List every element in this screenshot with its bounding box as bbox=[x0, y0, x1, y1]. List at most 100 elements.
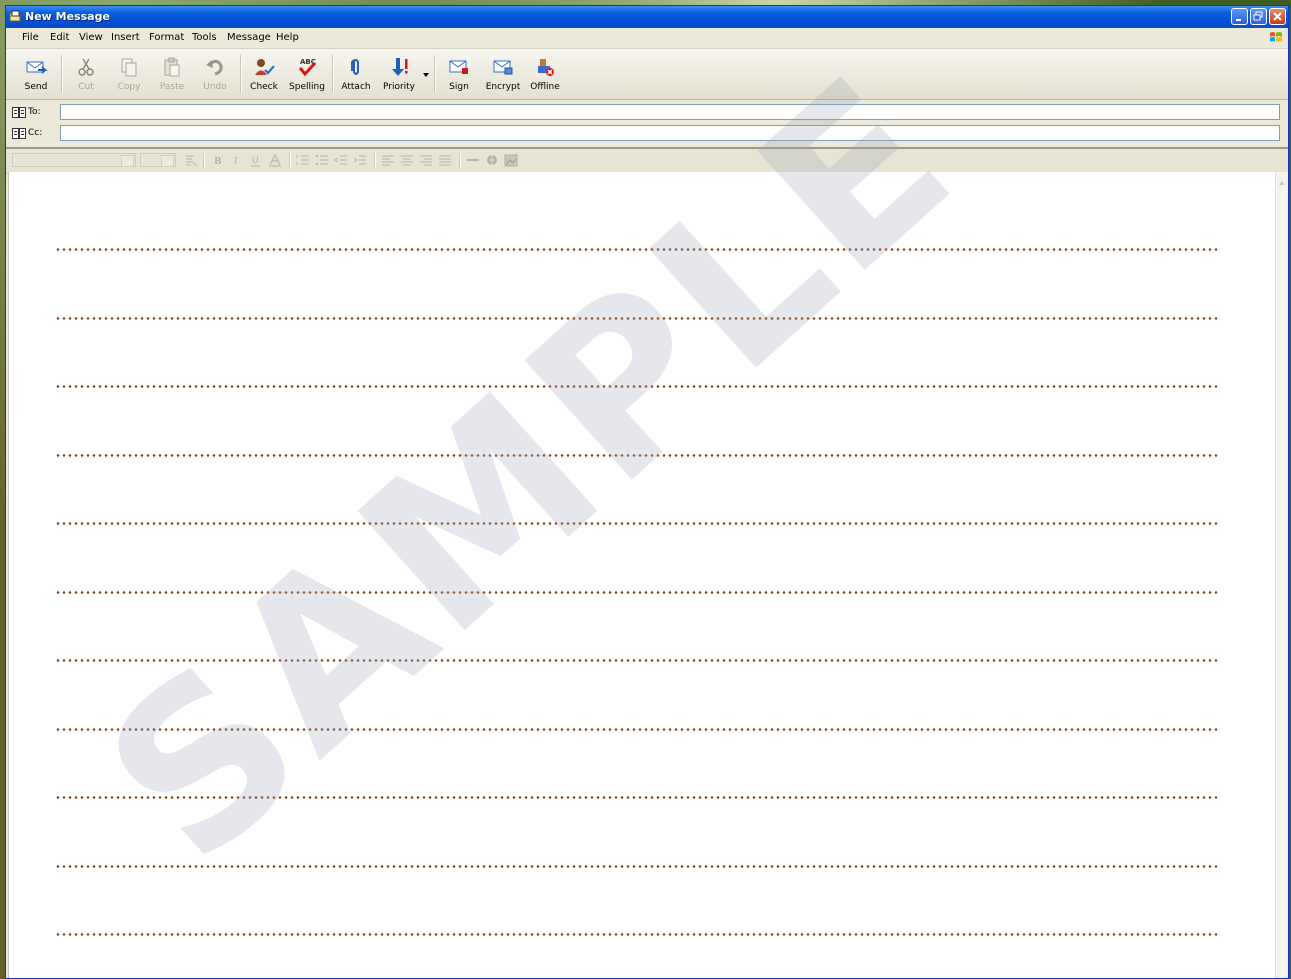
menu-format[interactable]: Format bbox=[149, 32, 184, 43]
justify-icon[interactable] bbox=[437, 153, 453, 168]
attach-button[interactable]: Attach bbox=[336, 53, 376, 95]
close-icon bbox=[1273, 12, 1282, 21]
horizontal-line-icon[interactable] bbox=[465, 153, 481, 168]
to-label[interactable]: To: bbox=[28, 107, 41, 117]
italic-icon[interactable]: I bbox=[229, 153, 245, 168]
align-left-icon[interactable] bbox=[380, 153, 396, 168]
toolbar: Send Cut Copy Paste Undo Check ABC Spell… bbox=[6, 49, 1288, 100]
toolbar-separator bbox=[459, 153, 461, 168]
check-button[interactable]: Check bbox=[244, 53, 284, 95]
bullet-list-icon[interactable] bbox=[314, 153, 330, 168]
title-bar[interactable]: New Message bbox=[6, 6, 1288, 28]
writing-line bbox=[55, 454, 1218, 457]
writing-line bbox=[55, 317, 1218, 320]
menu-file[interactable]: File bbox=[22, 32, 39, 43]
to-field[interactable] bbox=[60, 104, 1280, 120]
address-area: To: Cc: bbox=[6, 100, 1288, 146]
toolbar-separator bbox=[374, 153, 376, 168]
spelling-icon: ABC bbox=[298, 58, 317, 77]
chevron-down-icon bbox=[121, 155, 134, 167]
spelling-label: Spelling bbox=[289, 82, 325, 92]
underline-icon[interactable]: U bbox=[248, 153, 264, 168]
menu-edit[interactable]: Edit bbox=[50, 32, 69, 43]
align-right-icon[interactable] bbox=[418, 153, 434, 168]
check-names-icon bbox=[255, 59, 275, 75]
writing-line bbox=[55, 933, 1218, 936]
toolbar-separator bbox=[289, 153, 291, 168]
hyperlink-icon[interactable] bbox=[484, 153, 500, 168]
priority-label: Priority bbox=[382, 82, 416, 92]
font-select[interactable] bbox=[12, 153, 136, 167]
svg-text:B: B bbox=[214, 157, 222, 167]
offline-label: Offline bbox=[530, 82, 560, 92]
svg-text:I: I bbox=[233, 157, 238, 167]
sign-icon bbox=[449, 60, 468, 74]
offline-icon bbox=[538, 59, 554, 76]
restore-button[interactable] bbox=[1250, 8, 1267, 25]
paste-button[interactable]: Paste bbox=[152, 53, 192, 95]
menu-bar: File Edit View Insert Format Tools Messa… bbox=[6, 28, 1288, 49]
cc-row: Cc: bbox=[6, 124, 1288, 144]
writing-line bbox=[55, 385, 1218, 388]
new-message-window: New Message File Edit View Insert Format… bbox=[5, 5, 1289, 979]
writing-line bbox=[55, 659, 1218, 662]
restore-icon bbox=[1253, 11, 1263, 21]
copy-icon bbox=[121, 58, 137, 77]
undo-label: Undo bbox=[203, 82, 227, 92]
writing-line bbox=[55, 248, 1218, 251]
menu-view[interactable]: View bbox=[79, 32, 103, 43]
windows-flag-icon bbox=[1270, 32, 1282, 42]
writing-line bbox=[55, 728, 1218, 731]
minimize-icon bbox=[1236, 19, 1241, 21]
send-icon bbox=[26, 61, 47, 74]
menu-message[interactable]: Message bbox=[227, 32, 271, 43]
close-button[interactable] bbox=[1269, 8, 1286, 25]
menu-help[interactable]: Help bbox=[276, 32, 299, 43]
menu-insert[interactable]: Insert bbox=[111, 32, 140, 43]
undo-button[interactable]: Undo bbox=[195, 53, 235, 95]
address-book-icon[interactable] bbox=[12, 128, 26, 139]
paragraph-style-icon[interactable] bbox=[183, 153, 199, 168]
scroll-up-arrow-icon[interactable] bbox=[1277, 178, 1287, 188]
toolbar-separator bbox=[203, 153, 205, 168]
vertical-scrollbar[interactable] bbox=[1275, 172, 1288, 978]
insert-picture-icon[interactable] bbox=[503, 153, 519, 168]
message-body[interactable] bbox=[8, 172, 1276, 978]
formatting-toolbar: B I U bbox=[6, 147, 1288, 174]
scissors-icon bbox=[78, 58, 94, 76]
undo-icon bbox=[206, 59, 223, 76]
paste-icon bbox=[164, 57, 180, 77]
send-button[interactable]: Send bbox=[16, 53, 56, 95]
writing-line bbox=[55, 591, 1218, 594]
cc-field[interactable] bbox=[60, 125, 1280, 141]
priority-button[interactable]: Priority bbox=[379, 53, 419, 95]
to-row: To: bbox=[6, 103, 1288, 123]
writing-line bbox=[55, 522, 1218, 525]
window-title: New Message bbox=[25, 10, 110, 23]
svg-text:U: U bbox=[252, 156, 259, 166]
font-color-icon[interactable] bbox=[267, 153, 283, 168]
priority-dropdown-icon[interactable] bbox=[423, 73, 429, 77]
writing-line bbox=[55, 796, 1218, 799]
align-center-icon[interactable] bbox=[399, 153, 415, 168]
encrypt-button[interactable]: Encrypt bbox=[483, 53, 523, 95]
spelling-button[interactable]: ABC Spelling bbox=[287, 53, 327, 95]
bold-icon[interactable]: B bbox=[210, 153, 226, 168]
paperclip-icon bbox=[351, 59, 359, 75]
decrease-indent-icon[interactable] bbox=[333, 153, 349, 168]
copy-button[interactable]: Copy bbox=[109, 53, 149, 95]
message-app-icon bbox=[9, 10, 21, 22]
increase-indent-icon[interactable] bbox=[352, 153, 368, 168]
writing-line bbox=[55, 865, 1218, 868]
encrypt-icon bbox=[493, 60, 513, 75]
font-size-select[interactable] bbox=[140, 153, 176, 167]
cut-button[interactable]: Cut bbox=[66, 53, 106, 95]
numbered-list-icon[interactable] bbox=[295, 153, 311, 168]
priority-icon bbox=[392, 58, 408, 76]
menu-tools[interactable]: Tools bbox=[192, 32, 217, 43]
sign-button[interactable]: Sign bbox=[439, 53, 479, 95]
cc-label[interactable]: Cc: bbox=[28, 128, 42, 138]
offline-button[interactable]: Offline bbox=[525, 53, 565, 95]
minimize-button[interactable] bbox=[1231, 8, 1248, 25]
address-book-icon[interactable] bbox=[12, 107, 26, 118]
